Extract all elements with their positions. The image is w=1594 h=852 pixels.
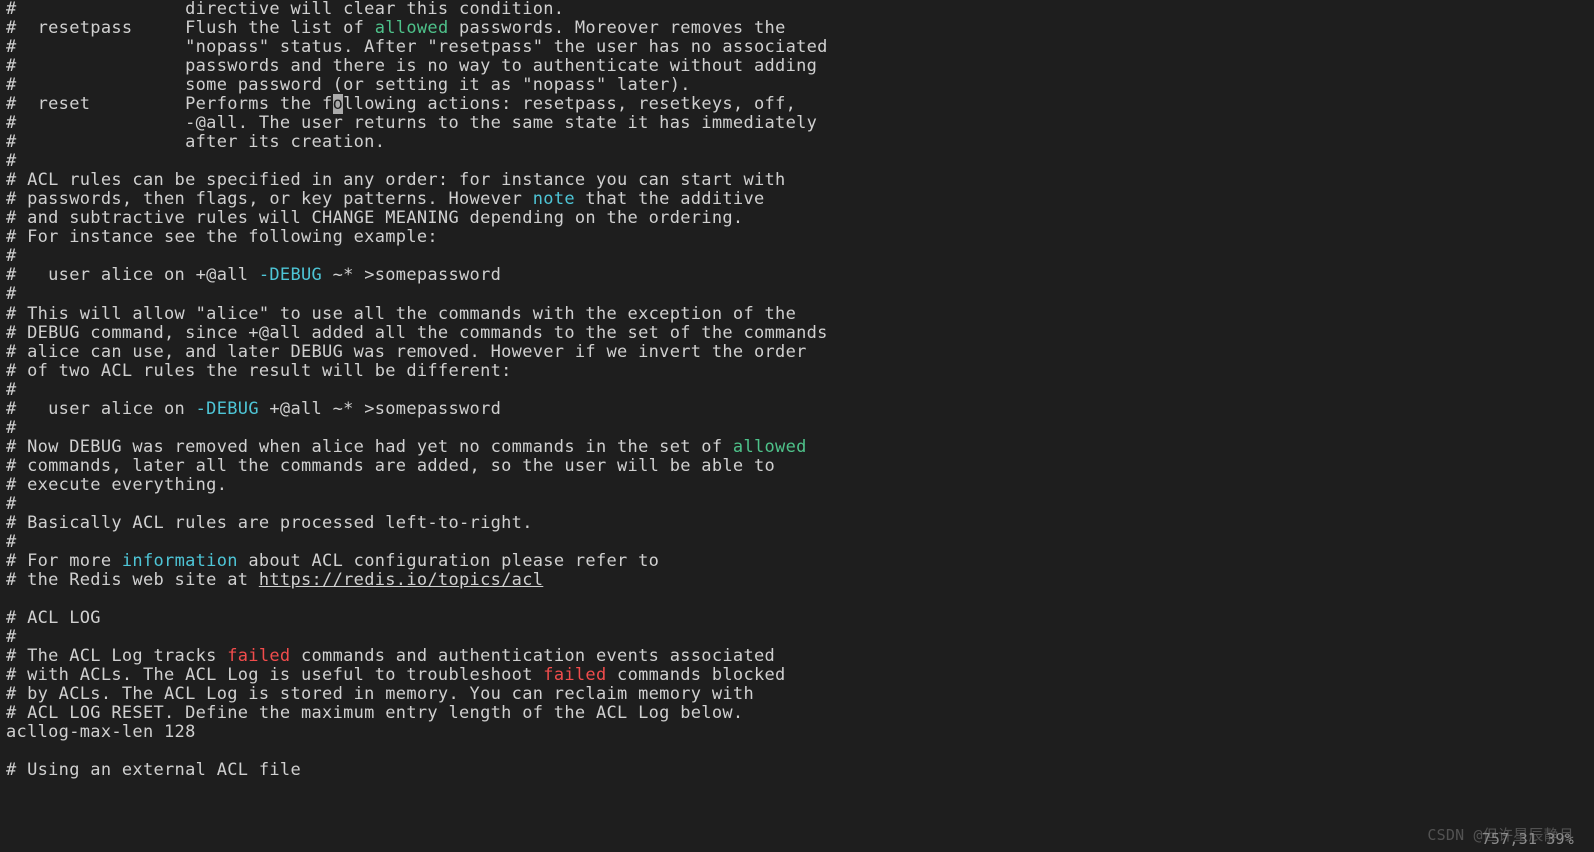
code-segment: acllog-max-len 128 [6,722,196,742]
code-line: # of two ACL rules the result will be di… [6,361,512,381]
code-segment: # directive will clear this condition. [6,0,564,19]
code-segment: # resetpass Flush the list of [6,18,375,38]
code-segment: that the additive [575,189,765,209]
code-segment: # reset Performs the f [6,94,333,114]
code-segment: # after its creation. [6,132,385,152]
code-line: # some password (or setting it as "nopas… [6,75,691,95]
code-line: # [6,380,17,400]
code-segment: allowed [733,437,807,457]
code-line: acllog-max-len 128 [6,722,196,742]
code-segment: +@all ~* >somepassword [259,399,501,419]
code-segment: # passwords and there is no way to authe… [6,56,817,76]
code-line: # after its creation. [6,132,385,152]
code-line: # DEBUG command, since +@all added all t… [6,323,828,343]
code-line: # [6,246,17,266]
code-segment: https://redis.io/topics/acl [259,570,543,590]
code-line: # alice can use, and later DEBUG was rem… [6,342,807,362]
code-line: # This will allow "alice" to use all the… [6,304,796,324]
code-line: # The ACL Log tracks failed commands and… [6,646,775,666]
code-segment: # by ACLs. The ACL Log is stored in memo… [6,684,754,704]
code-line: # commands, later all the commands are a… [6,456,775,476]
code-segment: # The ACL Log tracks [6,646,227,666]
code-segment: ~* >somepassword [322,265,501,285]
code-line: # [6,151,17,171]
code-line: # the Redis web site at https://redis.io… [6,570,543,590]
code-segment: # [6,380,17,400]
code-segment: # with ACLs. The ACL Log is useful to tr… [6,665,543,685]
code-line: # [6,532,17,552]
code-segment: # user alice on [6,399,196,419]
code-segment: # of two ACL rules the result will be di… [6,361,512,381]
code-line: # directive will clear this condition. [6,0,564,19]
code-line: # resetpass Flush the list of allowed pa… [6,18,786,38]
code-line: # user alice on -DEBUG +@all ~* >somepas… [6,399,501,419]
code-segment: # [6,532,17,552]
code-segment: # Now DEBUG was removed when alice had y… [6,437,733,457]
code-segment: # passwords, then flags, or key patterns… [6,189,533,209]
code-segment: # ACL LOG [6,608,101,628]
code-segment: # [6,151,17,171]
code-segment: # ACL LOG RESET. Define the maximum entr… [6,703,743,723]
config-file-view: # directive will clear this condition. #… [0,0,1594,780]
code-line: # passwords, then flags, or key patterns… [6,189,765,209]
code-line: # Now DEBUG was removed when alice had y… [6,437,807,457]
code-segment: # the Redis web site at [6,570,259,590]
code-segment: # alice can use, and later DEBUG was rem… [6,342,807,362]
code-segment: # execute everything. [6,475,227,495]
code-line: # For more information about ACL configu… [6,551,659,571]
code-line: # Basically ACL rules are processed left… [6,513,533,533]
code-line: # ACL rules can be specified in any orde… [6,170,786,190]
code-segment: # Using an external ACL file [6,760,301,780]
code-line: # passwords and there is no way to authe… [6,56,817,76]
code-segment: about ACL configuration please refer to [238,551,659,571]
code-line: # ACL LOG [6,608,101,628]
code-segment: # -@all. The user returns to the same st… [6,113,817,133]
code-segment: commands and authentication events assoc… [290,646,775,666]
code-line: # [6,418,17,438]
code-segment: -DEBUG [196,399,259,419]
code-line: # and subtractive rules will CHANGE MEAN… [6,208,743,228]
code-line: # [6,284,17,304]
code-segment: failed [227,646,290,666]
code-segment: # [6,284,17,304]
code-segment: # "nopass" status. After "resetpass" the… [6,37,828,57]
code-line: # For instance see the following example… [6,227,438,247]
code-segment: # commands, later all the commands are a… [6,456,775,476]
code-segment: # Basically ACL rules are processed left… [6,513,533,533]
code-segment: # [6,494,17,514]
code-segment: # DEBUG command, since +@all added all t… [6,323,828,343]
code-segment: # [6,246,17,266]
code-line: # "nopass" status. After "resetpass" the… [6,37,828,57]
code-line: # [6,494,17,514]
code-line: # Using an external ACL file [6,760,301,780]
vim-status-line: 757,31 39% [1482,831,1574,848]
code-line: # with ACLs. The ACL Log is useful to tr… [6,665,786,685]
code-segment: # For more [6,551,122,571]
code-line: # reset Performs the following actions: … [6,94,796,114]
code-segment: o [333,94,344,114]
code-segment: # [6,418,17,438]
code-segment: failed [543,665,606,685]
code-line: # ACL LOG RESET. Define the maximum entr… [6,703,743,723]
code-segment: passwords. Moreover removes the [448,18,785,38]
code-line: # execute everything. [6,475,227,495]
code-line: # [6,627,17,647]
code-segment: # [6,627,17,647]
code-segment: -DEBUG [259,265,322,285]
code-segment: information [122,551,238,571]
code-segment: # ACL rules can be specified in any orde… [6,170,786,190]
code-segment: allowed [375,18,449,38]
code-segment: # and subtractive rules will CHANGE MEAN… [6,208,743,228]
code-segment: # user alice on +@all [6,265,259,285]
code-line: # -@all. The user returns to the same st… [6,113,817,133]
code-segment: llowing actions: resetpass, resetkeys, o… [343,94,796,114]
code-segment: # For instance see the following example… [6,227,438,247]
code-segment: note [533,189,575,209]
code-segment: commands blocked [607,665,786,685]
code-segment: # some password (or setting it as "nopas… [6,75,691,95]
code-segment: # This will allow "alice" to use all the… [6,304,796,324]
code-line: # user alice on +@all -DEBUG ~* >somepas… [6,265,501,285]
code-line: # by ACLs. The ACL Log is stored in memo… [6,684,754,704]
